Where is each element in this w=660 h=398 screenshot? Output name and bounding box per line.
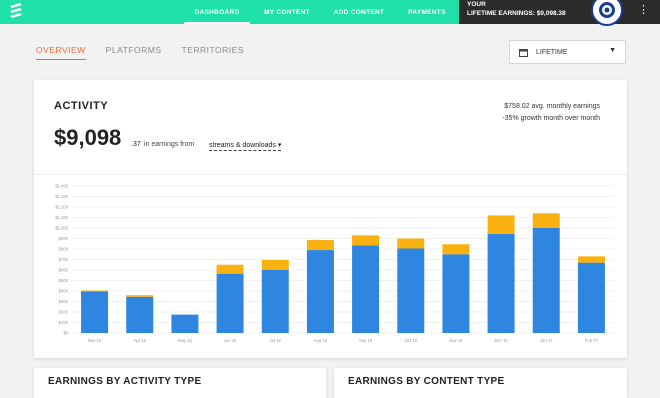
nav-payments[interactable]: PAYMENTS xyxy=(402,0,452,24)
y-tick-label: $0 xyxy=(63,331,68,336)
bar-segment-orange[interactable] xyxy=(81,290,109,292)
earnings-by-content-card: EARNINGS BY CONTENT TYPE xyxy=(334,368,627,398)
x-tick-label: Dec 16 xyxy=(494,338,508,343)
y-tick-label: $1,000 xyxy=(55,226,68,231)
activity-cents: .37 xyxy=(131,141,141,148)
bar-segment-blue[interactable] xyxy=(216,273,244,333)
y-tick-label: $400 xyxy=(59,289,69,294)
bar-segment-blue[interactable] xyxy=(306,250,334,333)
bar-segment-blue[interactable] xyxy=(171,314,199,333)
tab-platforms[interactable]: PLATFORMS xyxy=(106,45,162,60)
top-nav-bar: DASHBOARD MY CONTENT ADD CONTENT PAYMENT… xyxy=(0,0,660,26)
x-tick-label: Jun 16 xyxy=(224,338,237,343)
period-select-value: LIFETIME xyxy=(536,48,568,56)
avg-monthly-earnings: $758.02 avg. monthly earnings xyxy=(504,103,600,110)
lifetime-earnings-amount: LIFETIME EARNINGS: $9,098.38 xyxy=(467,10,566,17)
bar-segment-orange[interactable] xyxy=(442,244,470,255)
activity-title: ACTIVITY xyxy=(54,100,109,112)
bar-segment-blue[interactable] xyxy=(532,228,560,333)
bar-segment-blue[interactable] xyxy=(261,270,289,333)
x-tick-label: Oct 16 xyxy=(405,338,418,343)
divider xyxy=(34,174,627,175)
bar-segment-orange[interactable] xyxy=(397,238,425,249)
y-tick-label: $700 xyxy=(59,257,69,262)
bar-segment-orange[interactable] xyxy=(487,215,515,234)
tab-territories[interactable]: TERRITORIES xyxy=(182,45,245,60)
y-tick-label: $500 xyxy=(59,278,69,283)
bar-segment-blue[interactable] xyxy=(81,291,109,333)
bar-segment-orange[interactable] xyxy=(577,256,605,263)
y-tick-label: $100 xyxy=(59,320,69,325)
y-tick-label: $800 xyxy=(59,247,69,252)
nav-add-content[interactable]: ADD CONTENT xyxy=(326,0,392,24)
bar-segment-orange[interactable] xyxy=(306,240,334,251)
x-tick-label: Jan 17 xyxy=(540,338,553,343)
y-tick-label: $1,300 xyxy=(55,194,68,199)
overview-tabs: OVERVIEW PLATFORMS TERRITORIES xyxy=(36,45,244,60)
avatar-emblem-icon xyxy=(599,2,615,18)
kebab-icon[interactable]: ⋮ xyxy=(638,3,649,16)
bar-segment-orange[interactable] xyxy=(261,260,289,270)
lifetime-earnings-box: YOUR LIFETIME EARNINGS: $9,098.38 xyxy=(459,0,660,24)
x-tick-label: Jul 16 xyxy=(270,338,282,343)
bar-segment-blue[interactable] xyxy=(577,262,605,333)
x-tick-label: Sep 16 xyxy=(359,338,373,343)
bar-segment-orange[interactable] xyxy=(126,295,154,297)
earnings-text: in earnings from xyxy=(144,141,195,148)
bar-segment-blue[interactable] xyxy=(126,296,154,333)
y-tick-label: $600 xyxy=(59,268,69,273)
x-tick-label: May 16 xyxy=(178,338,192,343)
y-tick-label: $1,100 xyxy=(55,215,68,220)
y-tick-label: $300 xyxy=(59,299,69,304)
bar-segment-blue[interactable] xyxy=(487,233,515,333)
x-tick-label: Nov 16 xyxy=(449,338,463,343)
earnings-by-activity-title: EARNINGS BY ACTIVITY TYPE xyxy=(48,376,202,387)
y-tick-label: $1,400 xyxy=(55,184,68,189)
earnings-label: YOUR xyxy=(467,1,486,8)
y-tick-label: $1,200 xyxy=(55,205,68,210)
y-tick-label: $900 xyxy=(59,236,69,241)
source-select[interactable]: streams & downloads ▾ xyxy=(209,141,282,151)
x-tick-label: Apr 16 xyxy=(134,338,147,343)
x-tick-label: Mar 16 xyxy=(88,338,102,343)
period-select[interactable]: LIFETIME ▼ xyxy=(509,40,626,64)
activity-card: ACTIVITY $9,098 .37 in earnings from str… xyxy=(34,80,627,358)
x-tick-label: Aug 16 xyxy=(314,338,328,343)
bar-segment-orange[interactable] xyxy=(532,213,560,228)
bar-segment-blue[interactable] xyxy=(352,245,380,333)
bar-segment-orange[interactable] xyxy=(216,264,244,274)
stacked-logo-icon[interactable] xyxy=(8,2,24,22)
activity-chart: $0 $100 $200 $300 $400 $500 $600 $700 $800 $900 $1… xyxy=(55,184,614,343)
earnings-by-content-title: EARNINGS BY CONTENT TYPE xyxy=(348,376,505,387)
bar-segment-orange[interactable] xyxy=(352,235,380,246)
y-tick-label: $200 xyxy=(59,310,69,315)
earnings-by-activity-card: EARNINGS BY ACTIVITY TYPE xyxy=(34,368,326,398)
growth-rate: -35% growth month over month xyxy=(502,115,600,122)
calendar-icon xyxy=(519,48,528,57)
tab-overview[interactable]: OVERVIEW xyxy=(36,45,86,60)
x-tick-label: Feb 17 xyxy=(585,338,599,343)
nav-dashboard[interactable]: DASHBOARD xyxy=(184,0,250,24)
bar-segment-blue[interactable] xyxy=(442,254,470,333)
activity-amount: $9,098 xyxy=(54,125,122,150)
bar-segment-blue[interactable] xyxy=(397,248,425,333)
chevron-down-icon: ▼ xyxy=(609,47,616,54)
nav-my-content[interactable]: MY CONTENT xyxy=(256,0,318,24)
